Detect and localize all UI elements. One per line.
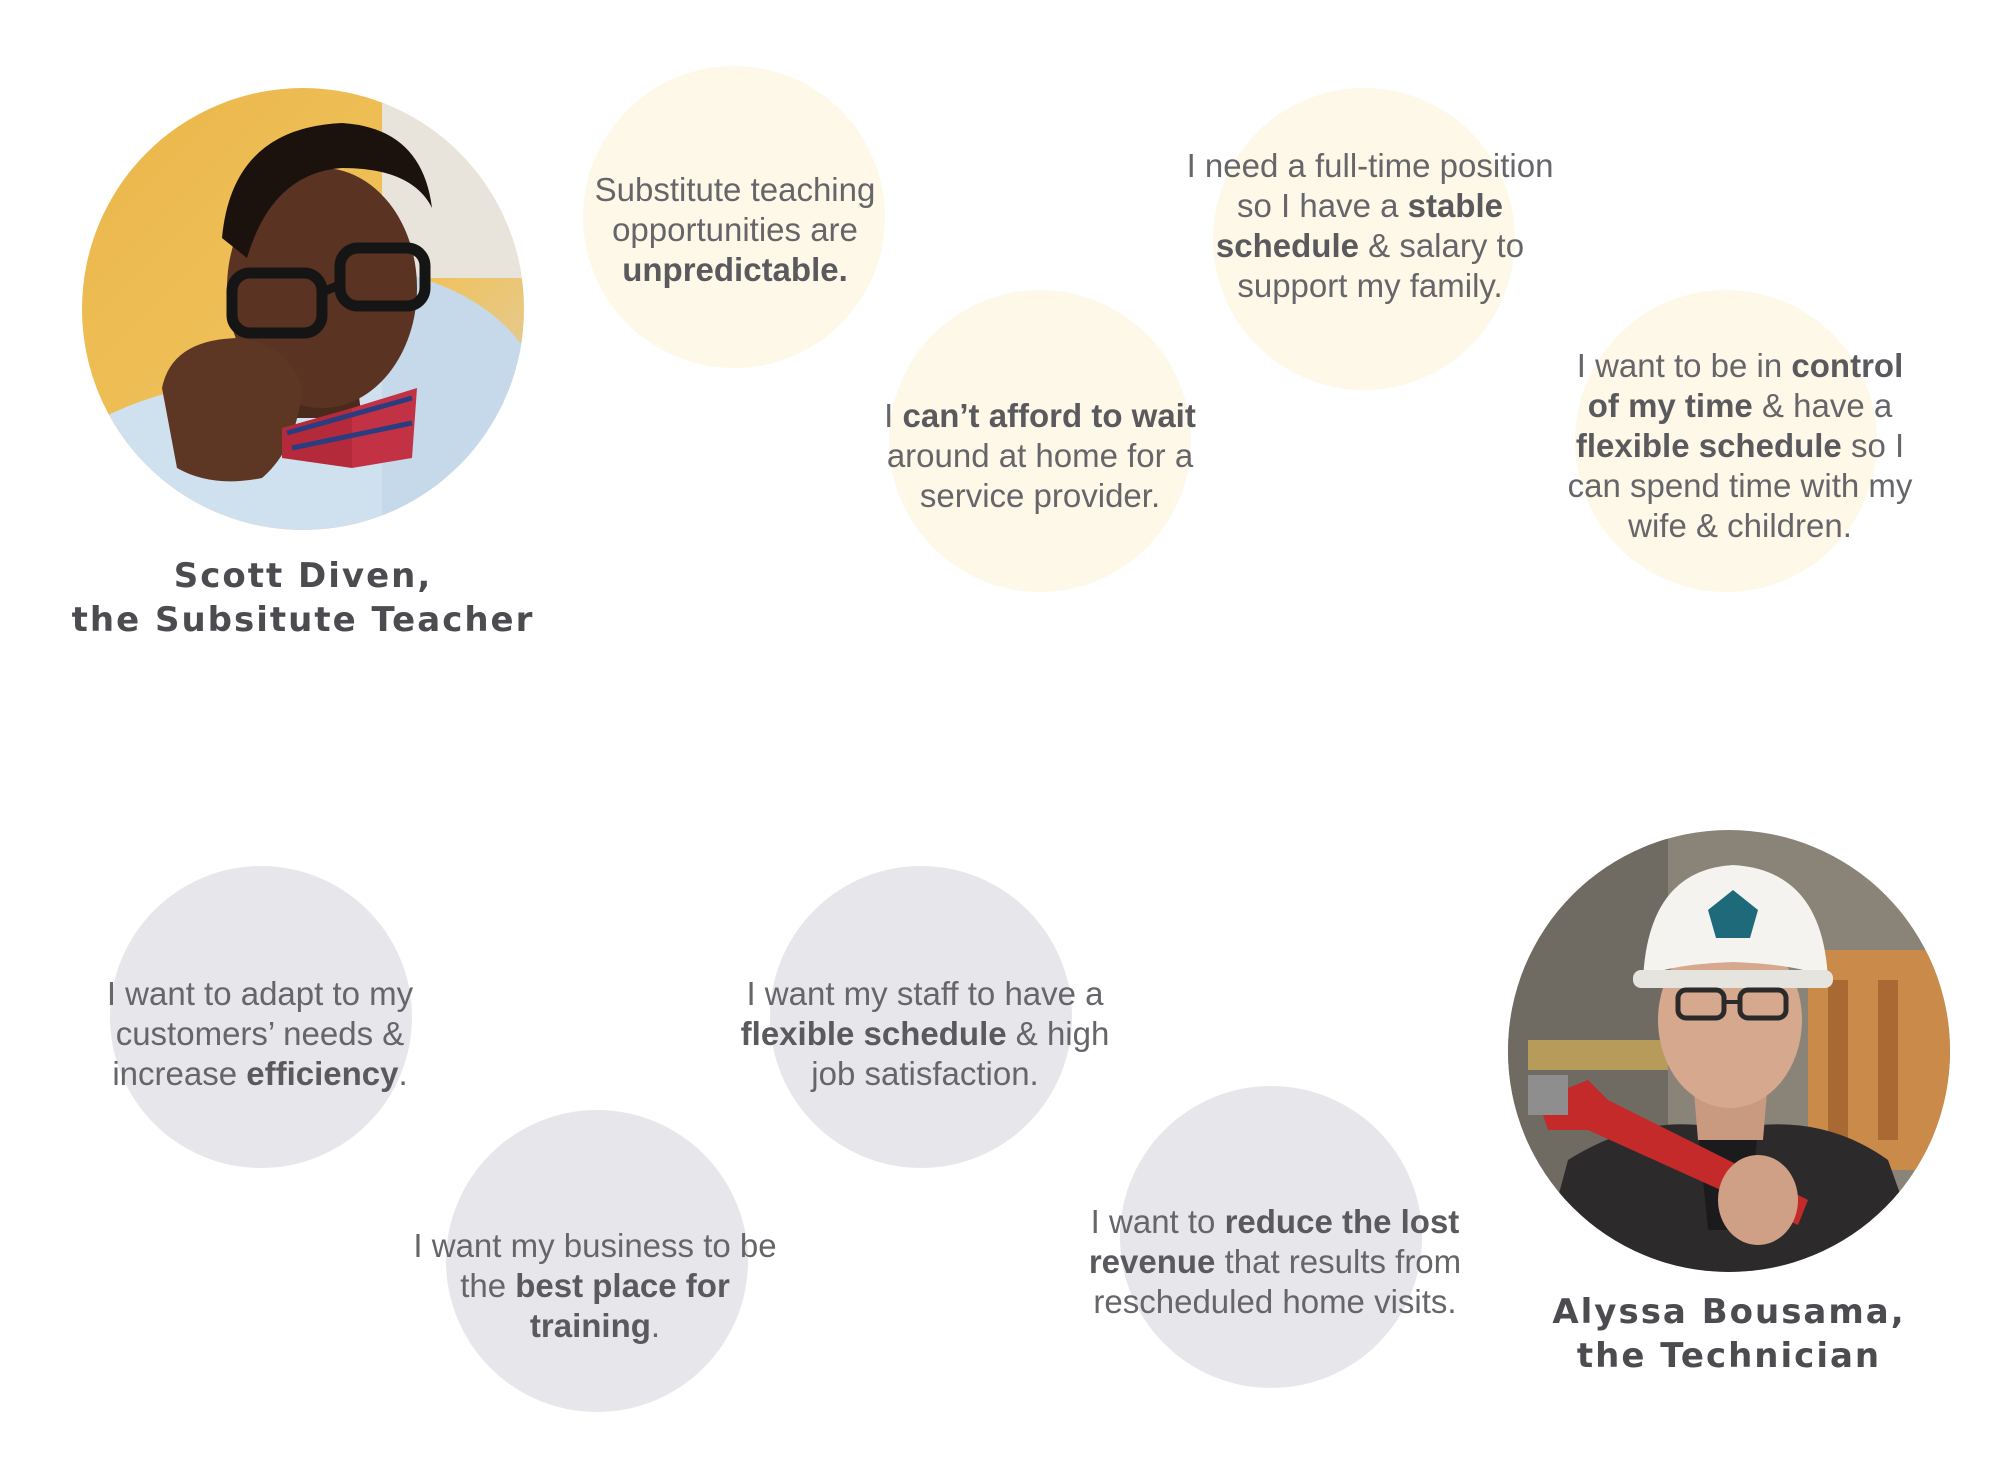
quote-text: opportunities are <box>612 211 858 248</box>
quote-text: . <box>398 1055 408 1092</box>
teacher-quote-cant-wait: I can’t afford to wait around at home fo… <box>870 396 1210 516</box>
technician-avatar <box>1508 830 1950 1272</box>
teacher-quote-control: I want to be in control of my time & hav… <box>1545 346 1935 546</box>
quote-emphasis: can’t afford to wait <box>902 397 1196 434</box>
teacher-name: Scott Diven, the Subsitute Teacher <box>60 554 546 642</box>
quote-text: so I <box>1841 427 1905 464</box>
quote-text: can spend time with my <box>1567 467 1913 504</box>
quote-text: I <box>884 397 903 434</box>
teacher-avatar <box>82 88 524 530</box>
quote-text: rescheduled home visits. <box>1093 1283 1457 1320</box>
quote-text: I want my business to be <box>413 1227 777 1264</box>
quote-text: I need a full-time position <box>1186 147 1554 184</box>
technician-quote-training: I want my business to be the best place … <box>395 1226 795 1346</box>
quote-text: wife & children. <box>1628 507 1852 544</box>
quote-text: I want to adapt to my <box>106 975 414 1012</box>
quote-text: & have a <box>1752 387 1893 424</box>
quote-emphasis: best place for training <box>515 1267 730 1344</box>
quote-text: service provider. <box>919 477 1161 514</box>
quote-emphasis: efficiency <box>246 1055 399 1092</box>
quote-text: & salary to <box>1358 227 1525 264</box>
technician-name: Alyssa Bousama, the Technician <box>1480 1290 1978 1378</box>
teacher-role-line: the Subsitute Teacher <box>71 600 535 640</box>
quote-text: that results from <box>1215 1243 1462 1280</box>
quote-text: increase <box>112 1055 247 1092</box>
quote-emphasis: unpredictable. <box>622 251 848 288</box>
quote-emphasis: of my time <box>1587 387 1753 424</box>
quote-text: the <box>460 1267 516 1304</box>
quote-text: customers’ needs & <box>115 1015 405 1052</box>
technician-portrait-icon <box>1508 830 1950 1272</box>
quote-text: job satisfaction. <box>811 1055 1039 1092</box>
quote-text: . <box>650 1307 661 1344</box>
technician-role-line: the Technician <box>1576 1336 1882 1376</box>
technician-quote-staff: I want my staff to have a flexible sched… <box>740 974 1110 1094</box>
quote-text: around at home for a <box>886 437 1194 474</box>
quote-text: Substitute teaching <box>594 171 876 208</box>
quote-emphasis: flexible schedule <box>740 1015 1007 1052</box>
quote-text: so I have a <box>1237 187 1408 224</box>
quote-text: I want to be in <box>1576 347 1792 384</box>
quote-text: support my family. <box>1237 267 1503 304</box>
quote-emphasis: schedule <box>1215 227 1359 264</box>
technician-quote-revenue: I want to reduce the lost revenue that r… <box>1085 1202 1465 1322</box>
teacher-portrait-icon <box>82 88 524 530</box>
quote-emphasis: stable <box>1407 187 1503 224</box>
quote-text: I want my staff to have a <box>746 975 1104 1012</box>
teacher-quote-unpredictable: Substitute teaching opportunities are un… <box>570 170 900 290</box>
quote-text: I want to <box>1090 1203 1225 1240</box>
quote-text: & high <box>1006 1015 1110 1052</box>
quote-emphasis: revenue <box>1088 1243 1216 1280</box>
quote-emphasis: reduce the lost <box>1224 1203 1460 1240</box>
quote-emphasis: flexible schedule <box>1575 427 1842 464</box>
technician-name-line: Alyssa Bousama, <box>1552 1292 1906 1332</box>
teacher-quote-full-time: I need a full-time position so I have a … <box>1170 146 1570 306</box>
teacher-name-line: Scott Diven, <box>173 556 433 596</box>
quote-emphasis: control <box>1791 347 1904 384</box>
technician-quote-efficiency: I want to adapt to my customers’ needs &… <box>80 974 440 1094</box>
